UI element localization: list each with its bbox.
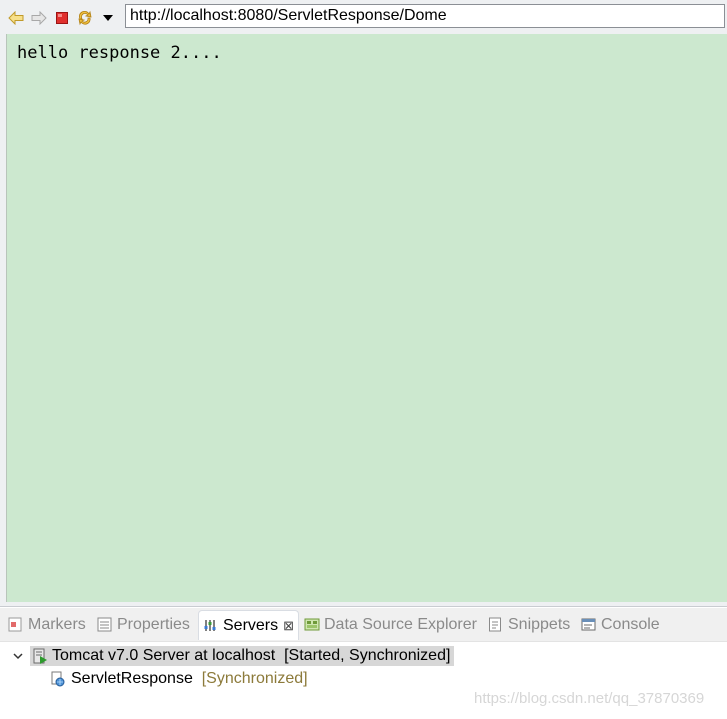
tab-label: Servers bbox=[223, 616, 279, 634]
snippets-icon bbox=[488, 617, 503, 632]
server-row[interactable]: Tomcat v7.0 Server at localhost [Started… bbox=[12, 645, 455, 667]
module-status: [Synchronized] bbox=[201, 670, 308, 687]
server-status: [Started, Synchronized] bbox=[284, 647, 451, 664]
server-row-selection[interactable]: Tomcat v7.0 Server at localhost [Started… bbox=[30, 646, 455, 666]
tab-label: Properties bbox=[117, 615, 190, 633]
stop-button[interactable] bbox=[52, 6, 72, 30]
server-name: Tomcat v7.0 Server at localhost bbox=[52, 647, 276, 664]
forward-button[interactable] bbox=[29, 6, 49, 30]
tab-label: Markers bbox=[28, 615, 86, 633]
tab-snippets[interactable]: Snippets bbox=[488, 610, 570, 639]
url-input[interactable] bbox=[130, 7, 724, 25]
views-tab-bar: Markers Properties Servers ⊠ Data Source… bbox=[0, 608, 727, 642]
watermark: https://blog.csdn.net/qq_37870369 bbox=[474, 690, 705, 707]
navigation-dropdown-button[interactable] bbox=[98, 6, 118, 30]
chevron-down-icon bbox=[103, 15, 113, 21]
tab-label: Console bbox=[601, 615, 660, 633]
back-button[interactable] bbox=[6, 6, 26, 30]
tab-servers[interactable]: Servers ⊠ bbox=[198, 610, 300, 640]
tab-properties[interactable]: Properties bbox=[97, 610, 190, 639]
close-tab-icon[interactable]: ⊠ bbox=[283, 618, 294, 634]
back-arrow-icon bbox=[8, 11, 24, 25]
module-row[interactable]: ServletResponse [Synchronized] bbox=[50, 668, 308, 690]
tab-markers[interactable]: Markers bbox=[8, 610, 86, 639]
response-text: hello response 2.... bbox=[17, 43, 222, 63]
url-bar[interactable] bbox=[125, 4, 725, 28]
data-source-icon bbox=[304, 617, 320, 632]
console-icon bbox=[581, 617, 596, 632]
tomcat-server-icon bbox=[33, 648, 47, 664]
stop-icon bbox=[56, 12, 68, 24]
servers-tree: Tomcat v7.0 Server at localhost [Started… bbox=[0, 641, 727, 719]
internal-web-browser: hello response 2.... bbox=[0, 0, 727, 607]
tab-data-source-explorer[interactable]: Data Source Explorer bbox=[304, 610, 477, 639]
refresh-button[interactable] bbox=[75, 6, 95, 30]
tab-label: Snippets bbox=[508, 615, 571, 633]
eclipse-window: hello response 2.... Markers Properties bbox=[0, 0, 727, 719]
web-module-icon bbox=[51, 671, 65, 687]
tab-label: Data Source Explorer bbox=[324, 615, 477, 633]
properties-icon bbox=[97, 617, 112, 632]
expand-chevron-icon[interactable] bbox=[12, 650, 24, 662]
servers-icon bbox=[203, 618, 218, 633]
tab-console[interactable]: Console bbox=[581, 610, 660, 639]
module-name: ServletResponse bbox=[71, 670, 193, 687]
forward-arrow-icon bbox=[31, 11, 47, 25]
markers-icon bbox=[8, 617, 23, 632]
refresh-icon bbox=[78, 10, 92, 26]
page-content: hello response 2.... bbox=[6, 34, 727, 602]
